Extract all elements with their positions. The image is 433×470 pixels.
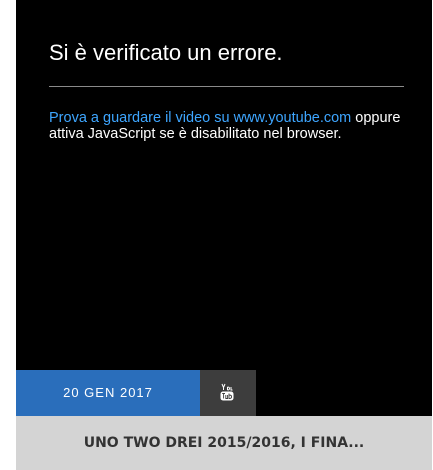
post-title[interactable]: UNO TWO DREI 2015/2016, I FINA... bbox=[16, 416, 432, 470]
post-title-bar[interactable]: UNO TWO DREI 2015/2016, I FINA... bbox=[16, 416, 432, 470]
error-message: Prova a guardare il video su www.youtube… bbox=[49, 110, 409, 142]
youtube-badge[interactable] bbox=[200, 370, 256, 416]
error-title: Si è verificato un errore. bbox=[49, 40, 283, 65]
video-player[interactable]: Si è verificato un errore. Prova a guard… bbox=[16, 0, 432, 416]
video-post-card: Si è verificato un errore. Prova a guard… bbox=[16, 0, 432, 470]
youtube-icon bbox=[220, 383, 234, 401]
divider bbox=[49, 86, 404, 87]
date-badge: 20 GEN 2017 bbox=[16, 370, 200, 416]
youtube-link[interactable]: Prova a guardare il video su www.youtube… bbox=[49, 110, 351, 126]
